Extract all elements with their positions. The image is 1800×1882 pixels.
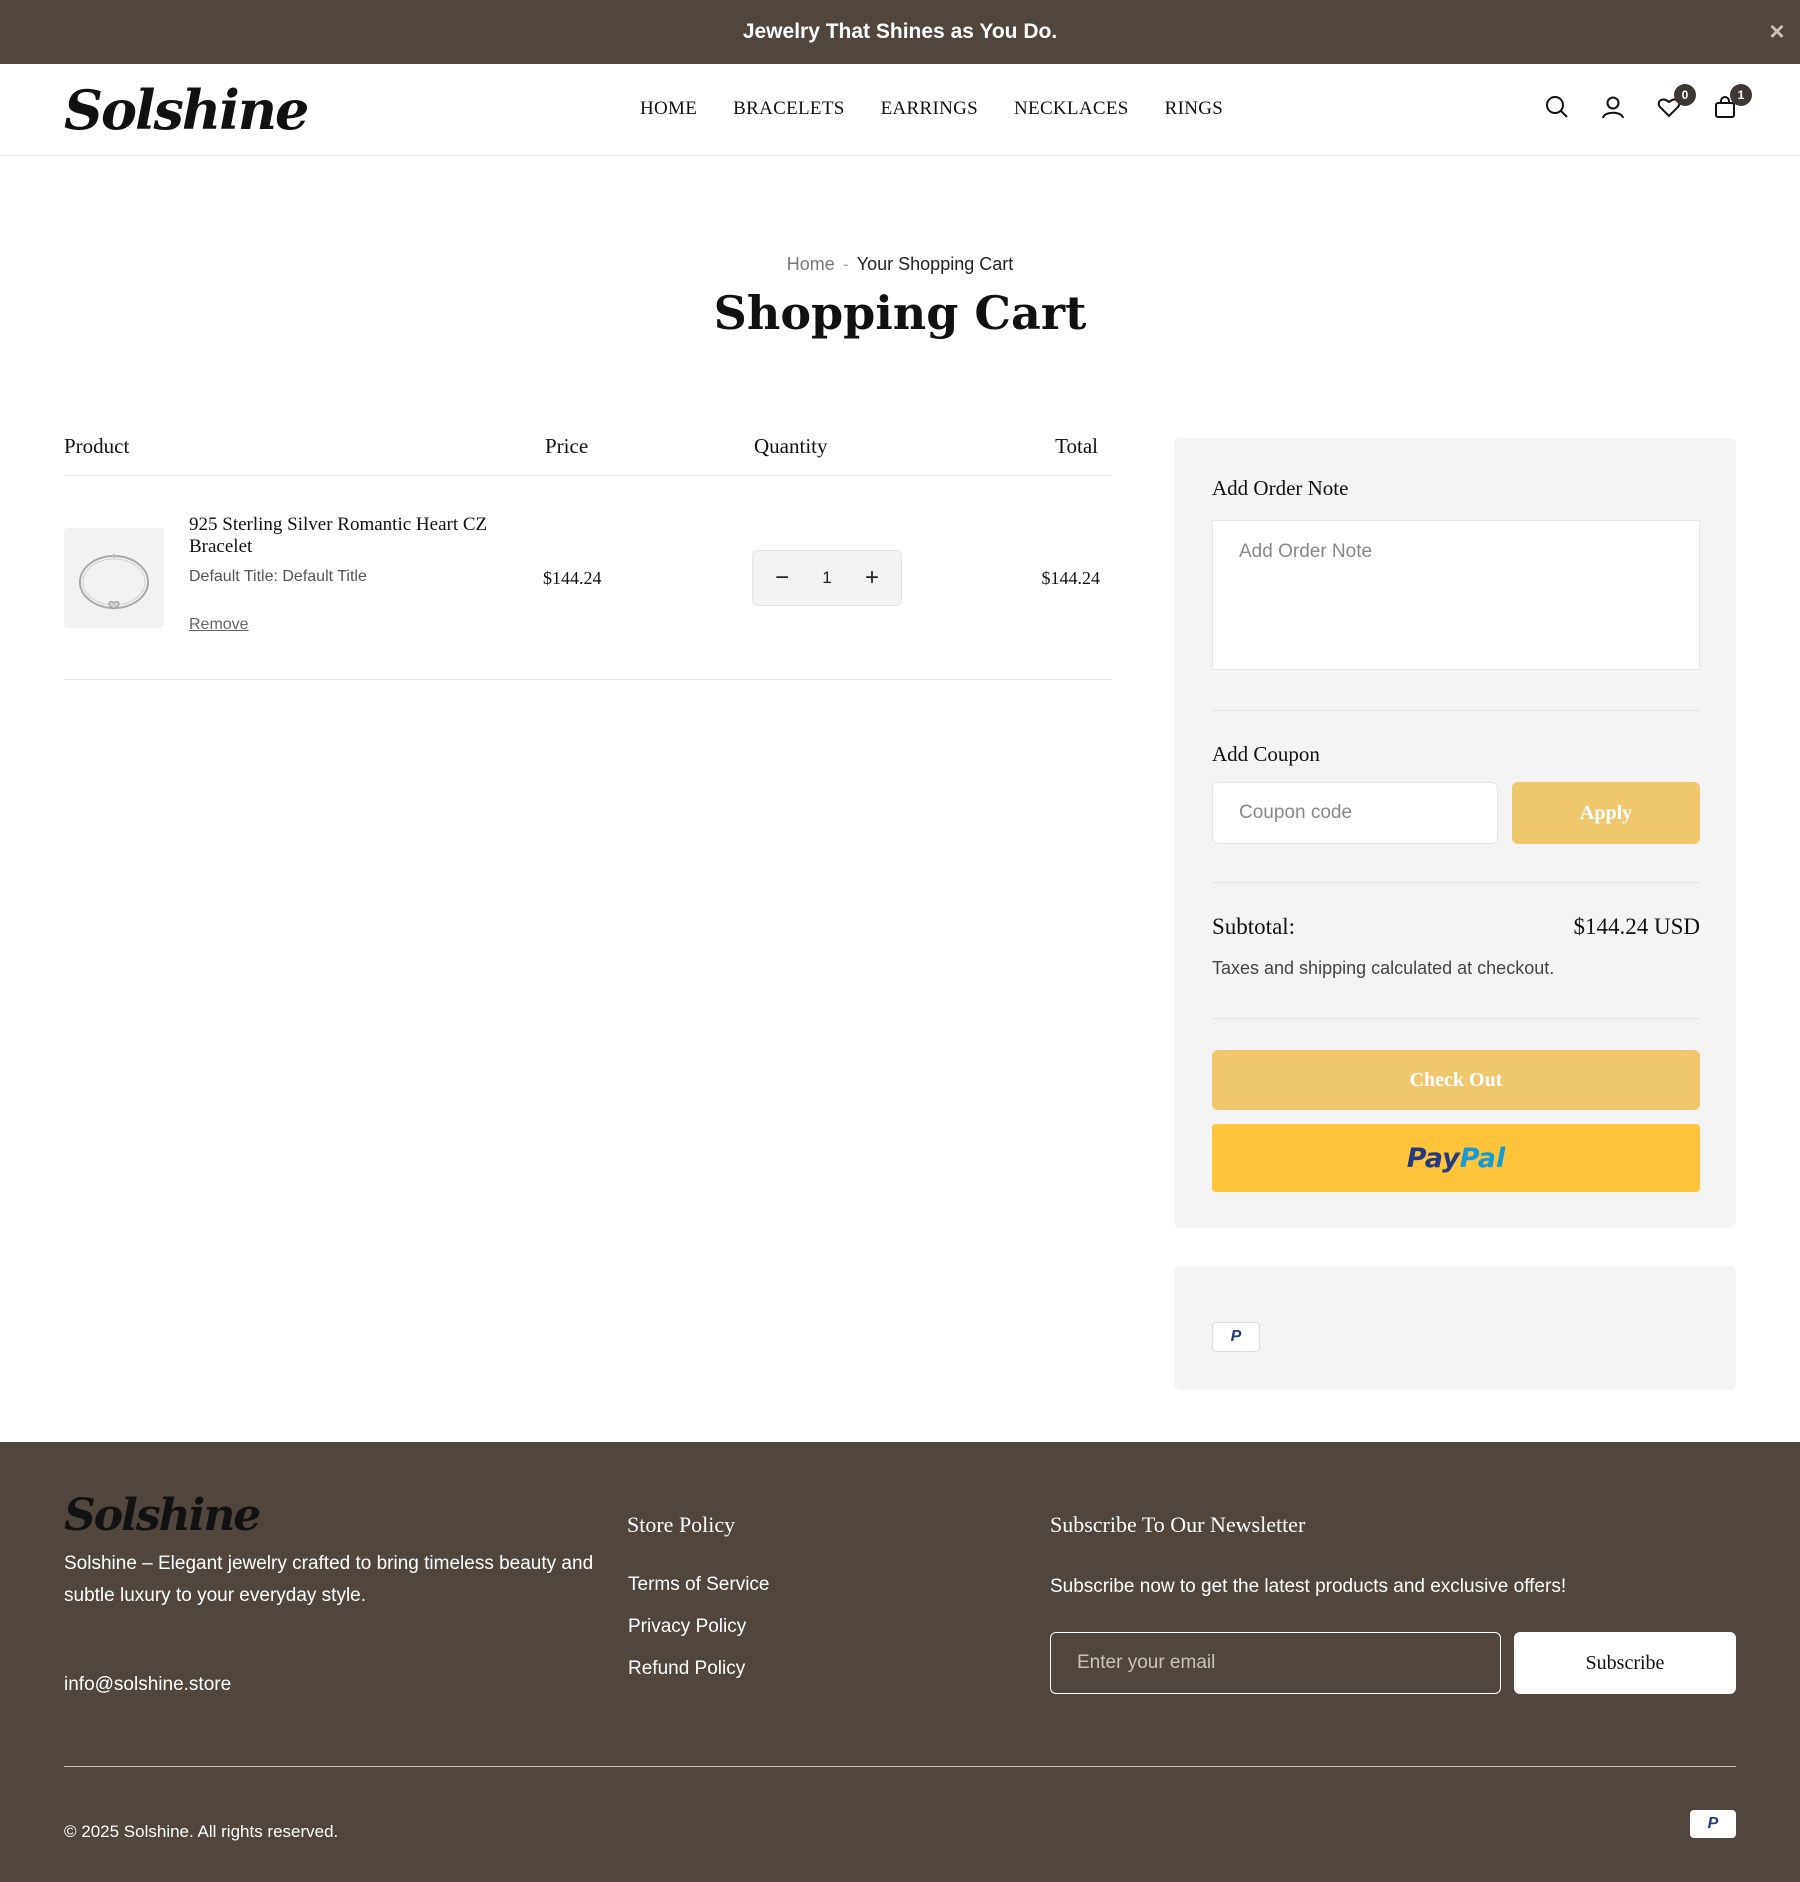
- breadcrumb-current: Your Shopping Cart: [856, 254, 1014, 274]
- breadcrumb-separator: -: [842, 254, 849, 274]
- coupon-label: Add Coupon: [1212, 742, 1320, 766]
- divider: [1212, 1018, 1700, 1019]
- nav-bracelets[interactable]: BRACELETS: [733, 98, 844, 120]
- subtotal-value: $144.24 USD: [1573, 914, 1700, 939]
- refund-policy-link[interactable]: Refund Policy: [628, 1658, 745, 1680]
- header-icons: 0 1: [1544, 84, 1752, 120]
- apply-coupon-button[interactable]: Apply: [1512, 782, 1700, 844]
- search-icon[interactable]: [1544, 94, 1570, 120]
- nav-rings[interactable]: RINGS: [1165, 98, 1224, 120]
- product-thumbnail[interactable]: [64, 528, 164, 628]
- order-note-textarea[interactable]: Add Order Note: [1212, 520, 1700, 670]
- cart-table-header: Product Price Quantity Total: [64, 430, 1112, 476]
- product-variant: Default Title: Default Title: [189, 568, 367, 585]
- site-header: Solshine HOME BRACELETS EARRINGS NECKLAC…: [0, 64, 1800, 156]
- quantity-stepper: − 1 +: [752, 550, 902, 606]
- remove-link[interactable]: Remove: [189, 616, 249, 634]
- logo[interactable]: Solshine: [64, 78, 309, 142]
- wishlist-count-badge: 0: [1674, 84, 1696, 106]
- paypal-icon: P: [1212, 1322, 1260, 1352]
- order-note-label: Add Order Note: [1212, 476, 1349, 500]
- wishlist-icon[interactable]: 0: [1656, 84, 1696, 120]
- column-price: Price: [545, 434, 589, 458]
- privacy-policy-link[interactable]: Privacy Policy: [628, 1616, 746, 1638]
- newsletter-text: Subscribe now to get the latest products…: [1050, 1576, 1567, 1597]
- page-title: Shopping Cart: [713, 286, 1087, 340]
- site-footer: Solshine Solshine – Elegant jewelry craf…: [0, 1442, 1800, 1882]
- paypal-icon: P: [1690, 1810, 1736, 1838]
- announcement-bar: Jewelry That Shines as You Do. ×: [0, 0, 1800, 64]
- tax-note: Taxes and shipping calculated at checkou…: [1212, 958, 1555, 978]
- payment-methods-panel: P: [1174, 1266, 1736, 1390]
- checkout-button[interactable]: Check Out: [1212, 1050, 1700, 1110]
- main-nav: HOME BRACELETS EARRINGS NECKLACES RINGS: [640, 98, 1223, 120]
- footer-description: Solshine – Elegant jewelry crafted to br…: [64, 1553, 594, 1606]
- paypal-logo-part1: Pay: [1406, 1142, 1460, 1174]
- quantity-value[interactable]: 1: [822, 568, 831, 588]
- divider: [1212, 882, 1700, 883]
- paypal-button[interactable]: Pay Pal: [1212, 1124, 1700, 1192]
- line-total: $144.24: [1041, 568, 1101, 588]
- column-total: Total: [1055, 434, 1098, 458]
- copyright: © 2025 Solshine. All rights reserved.: [64, 1822, 339, 1841]
- subtotal-label: Subtotal:: [1212, 914, 1296, 939]
- divider: [1212, 710, 1700, 711]
- breadcrumb-home[interactable]: Home: [787, 254, 835, 274]
- store-policy-heading: Store Policy: [627, 1512, 736, 1537]
- coupon-input[interactable]: Coupon code: [1212, 782, 1498, 844]
- close-icon[interactable]: ×: [1764, 18, 1790, 44]
- column-quantity: Quantity: [754, 434, 828, 458]
- cart-icon[interactable]: 1: [1712, 84, 1752, 120]
- newsletter-email-input[interactable]: Enter your email: [1050, 1632, 1501, 1694]
- column-product: Product: [64, 434, 130, 458]
- paypal-logo-part2: Pal: [1459, 1142, 1506, 1174]
- footer-divider: [64, 1766, 1736, 1767]
- footer-email[interactable]: info@solshine.store: [64, 1674, 231, 1696]
- cart-summary-panel: Add Order Note Add Order Note Add Coupon…: [1174, 438, 1736, 1228]
- product-price: $144.24: [543, 568, 602, 588]
- cart-item-row: 925 Sterling Silver Romantic Heart CZ Br…: [64, 476, 1112, 680]
- announcement-text: Jewelry That Shines as You Do.: [742, 20, 1058, 43]
- subscribe-button[interactable]: Subscribe: [1514, 1632, 1736, 1694]
- plus-icon[interactable]: +: [861, 564, 883, 592]
- footer-logo[interactable]: Solshine: [64, 1490, 261, 1541]
- breadcrumb: Home - Your Shopping Cart: [0, 254, 1800, 275]
- nav-earrings[interactable]: EARRINGS: [881, 98, 978, 120]
- nav-necklaces[interactable]: NECKLACES: [1014, 98, 1129, 120]
- account-icon[interactable]: [1600, 94, 1626, 120]
- minus-icon[interactable]: −: [771, 564, 793, 592]
- product-name[interactable]: 925 Sterling Silver Romantic Heart CZ Br…: [189, 514, 519, 558]
- terms-of-service-link[interactable]: Terms of Service: [628, 1574, 769, 1596]
- nav-home[interactable]: HOME: [640, 98, 697, 120]
- cart-count-badge: 1: [1730, 84, 1752, 106]
- newsletter-heading: Subscribe To Our Newsletter: [1050, 1512, 1306, 1537]
